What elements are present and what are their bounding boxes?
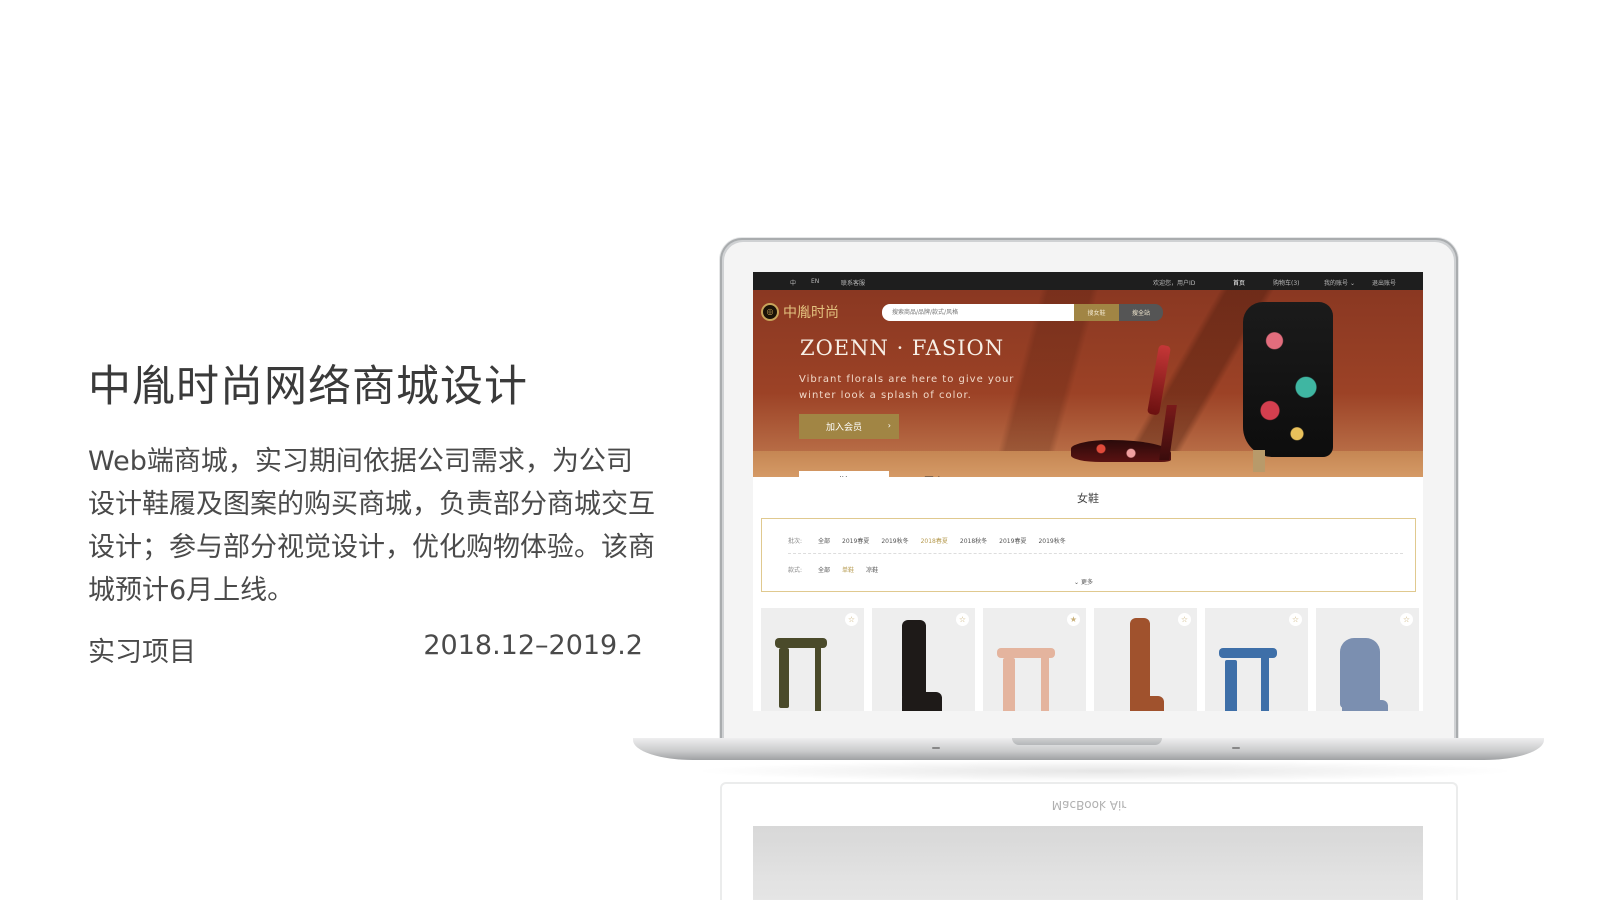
- section-title: 女鞋: [1077, 492, 1099, 505]
- search-women-shoes-button[interactable]: 搜女鞋: [1074, 304, 1119, 321]
- product-image: [1340, 638, 1380, 708]
- join-member-button[interactable]: 加入会员 ›: [799, 414, 899, 439]
- website-screen: 中 EN 联系客服 欢迎您，用户ID 首页 购物车(3) 我的账号 ⌄ 退出账号…: [753, 272, 1423, 711]
- reflection-label: MacBook Air: [1051, 798, 1127, 812]
- project-description: Web端商城，实习期间依据公司需求，为公司设计鞋履及图案的购买商城，负责部分商城…: [88, 446, 655, 606]
- project-meta: 实习项目 2018.12–2019.2: [88, 630, 643, 669]
- logo-icon: ◎: [761, 303, 779, 321]
- tab-patterns[interactable]: 图案: [889, 471, 979, 477]
- home-link[interactable]: 首页: [1233, 278, 1245, 287]
- more-filters-button[interactable]: ⌄ 更多: [1074, 577, 1093, 586]
- season-filter-row: 批次: 全部 2019春夏 2019秋冬 2018春夏 2018秋冬 2019春…: [788, 536, 1066, 545]
- brand-name: ZOENN · FASION: [800, 336, 1005, 360]
- product-image: [902, 620, 926, 698]
- style-filter-label: 款式:: [788, 567, 803, 574]
- product-card[interactable]: ☆: [1205, 608, 1308, 711]
- search-all-button[interactable]: 搜全站: [1119, 304, 1163, 321]
- chevron-down-icon: ⌄: [1074, 579, 1080, 586]
- product-card[interactable]: ☆: [872, 608, 975, 711]
- lang-en-link[interactable]: EN: [811, 278, 819, 285]
- laptop-foot: [1232, 747, 1240, 749]
- laptop-reflection: MacBook Air: [720, 782, 1458, 900]
- season-option[interactable]: 2019春夏: [842, 536, 869, 545]
- style-option[interactable]: 凉鞋: [866, 565, 878, 574]
- chevron-right-icon: ›: [887, 421, 891, 430]
- season-option[interactable]: 2019春夏: [999, 536, 1026, 545]
- logo-text: 中胤时尚: [783, 305, 839, 321]
- boot-image: [1243, 302, 1333, 457]
- product-card[interactable]: ★: [983, 608, 1086, 711]
- star-icon[interactable]: ☆: [1178, 613, 1191, 626]
- filter-panel: 批次: 全部 2019春夏 2019秋冬 2018春夏 2018秋冬 2019春…: [761, 518, 1416, 592]
- project-type: 实习项目: [88, 637, 196, 668]
- account-label: 我的账号: [1324, 280, 1349, 287]
- product-image: [815, 642, 821, 711]
- product-image: [1041, 654, 1049, 711]
- product-image: [1003, 658, 1015, 711]
- star-icon[interactable]: ☆: [956, 613, 969, 626]
- laptop-foot: [932, 747, 940, 749]
- star-icon[interactable]: ☆: [1289, 613, 1302, 626]
- season-option[interactable]: 2018秋冬: [960, 536, 987, 545]
- star-icon[interactable]: ☆: [845, 613, 858, 626]
- product-card[interactable]: ☆: [1316, 608, 1419, 711]
- filter-divider: [788, 553, 1403, 554]
- product-grid: ☆ ☆ ★ ☆ ☆ ☆: [761, 608, 1419, 711]
- project-intro: 中胤时尚网络商城设计 Web端商城，实习期间依据公司需求，为公司设计鞋履及图案的…: [88, 352, 658, 669]
- season-option[interactable]: 2019秋冬: [1038, 536, 1065, 545]
- season-filter-label: 批次:: [788, 538, 803, 545]
- chevron-down-icon: ⌄: [1349, 280, 1355, 287]
- style-option-selected[interactable]: 单鞋: [842, 565, 854, 574]
- search-input[interactable]: [882, 304, 1074, 321]
- hero-banner: ◎ 中胤时尚 搜女鞋 搜全站 ZOENN · FASION Vibrant fl…: [753, 290, 1423, 477]
- product-image: [1261, 654, 1269, 711]
- reflection-screen: [753, 826, 1423, 900]
- more-filters-label: 更多: [1080, 579, 1093, 586]
- lang-cn-link[interactable]: 中: [790, 278, 796, 287]
- product-image: [779, 648, 789, 708]
- sandal-image: [1071, 440, 1171, 462]
- project-period: 2018.12–2019.2: [423, 630, 643, 661]
- laptop-shadow: [690, 760, 1520, 782]
- star-icon[interactable]: ☆: [1400, 613, 1413, 626]
- top-bar: 中 EN 联系客服 欢迎您，用户ID 首页 购物车(3) 我的账号 ⌄ 退出账号: [753, 272, 1423, 290]
- style-filter-row: 款式: 全部 单鞋 凉鞋: [788, 565, 878, 574]
- boot-image: [1253, 450, 1265, 472]
- style-option[interactable]: 全部: [818, 565, 830, 574]
- star-filled-icon[interactable]: ★: [1067, 613, 1080, 626]
- product-image: [1130, 618, 1150, 708]
- season-option[interactable]: 2019秋冬: [881, 536, 908, 545]
- join-member-label: 加入会员: [826, 423, 863, 433]
- cart-link[interactable]: 购物车(3): [1273, 278, 1300, 287]
- tab-shoes[interactable]: 鞋: [799, 471, 889, 477]
- product-image: [1342, 700, 1388, 711]
- welcome-text: 欢迎您，用户ID: [1153, 280, 1196, 287]
- project-title: 中胤时尚网络商城设计: [88, 362, 528, 412]
- site-logo[interactable]: ◎ 中胤时尚: [761, 302, 839, 322]
- search-bar: 搜女鞋 搜全站: [882, 304, 1163, 321]
- product-card[interactable]: ☆: [1094, 608, 1197, 711]
- product-card[interactable]: ☆: [761, 608, 864, 711]
- customer-service-link[interactable]: 联系客服: [841, 278, 865, 287]
- hero-tagline: Vibrant florals are here to give your wi…: [799, 374, 1015, 401]
- laptop-notch: [1012, 738, 1162, 745]
- category-tabs: 鞋 图案: [799, 471, 979, 477]
- product-image: [902, 692, 942, 711]
- season-option-selected[interactable]: 2018春夏: [921, 536, 948, 545]
- product-image: [1130, 696, 1164, 711]
- product-image: [1225, 660, 1237, 711]
- season-option[interactable]: 全部: [818, 536, 830, 545]
- account-link[interactable]: 我的账号 ⌄: [1324, 278, 1355, 287]
- logout-link[interactable]: 退出账号: [1372, 278, 1396, 287]
